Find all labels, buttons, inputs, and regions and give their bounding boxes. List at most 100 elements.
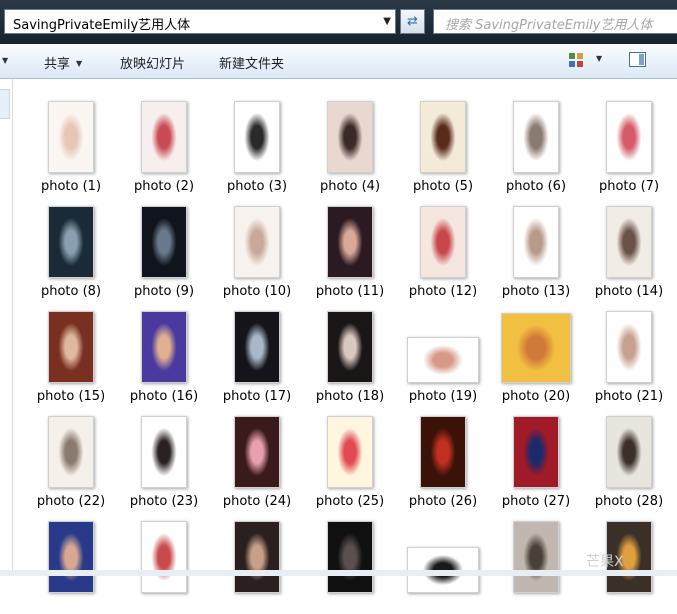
file-item[interactable] <box>119 509 209 614</box>
file-item[interactable]: photo (26) <box>398 404 488 509</box>
chevron-down-icon[interactable]: ▼ <box>2 56 8 65</box>
photo-thumbnail <box>501 313 571 383</box>
photo-thumbnail <box>141 311 187 383</box>
file-item[interactable]: photo (4) <box>305 89 395 194</box>
file-name: photo (1) <box>40 179 102 194</box>
photo-thumbnail <box>606 206 652 278</box>
search-placeholder: 搜索 SavingPrivateEmily艺用人体 <box>445 18 653 33</box>
change-view-icon[interactable] <box>568 52 584 68</box>
file-item[interactable]: photo (13) <box>491 194 581 299</box>
new-folder-button[interactable]: 新建文件夹 <box>219 53 284 72</box>
chevron-down-icon[interactable]: ▼ <box>383 16 391 27</box>
file-item[interactable]: photo (10) <box>212 194 302 299</box>
photo-thumbnail <box>141 101 187 173</box>
photo-thumbnail <box>513 416 559 488</box>
file-item[interactable]: photo (7) <box>584 89 674 194</box>
file-name: photo (13) <box>501 284 571 299</box>
photo-thumbnail <box>327 416 373 488</box>
photo-thumbnail <box>420 416 466 488</box>
file-item[interactable]: photo (15) <box>26 299 116 404</box>
file-item[interactable]: photo (1) <box>26 89 116 194</box>
photo-thumbnail <box>48 311 94 383</box>
address-bar-area: SavingPrivateEmily艺用人体 ▼ ⇄ 搜索 SavingPriv… <box>0 0 677 44</box>
file-item[interactable] <box>491 509 581 614</box>
file-name: photo (16) <box>129 389 199 404</box>
search-input[interactable]: 搜索 SavingPrivateEmily艺用人体 <box>433 9 677 34</box>
file-item[interactable]: photo (24) <box>212 404 302 509</box>
photo-thumbnail <box>234 521 280 593</box>
file-name: photo (3) <box>226 179 288 194</box>
photo-thumbnail <box>606 416 652 488</box>
file-name: photo (20) <box>501 389 571 404</box>
watermark: 芒果X <box>586 554 624 570</box>
file-item[interactable]: photo (28) <box>584 404 674 509</box>
file-name: photo (9) <box>133 284 195 299</box>
file-name: photo (6) <box>505 179 567 194</box>
file-name: photo (14) <box>594 284 664 299</box>
photo-thumbnail <box>420 206 466 278</box>
file-item[interactable]: photo (21) <box>584 299 674 404</box>
photo-thumbnail <box>234 416 280 488</box>
file-name: photo (11) <box>315 284 385 299</box>
file-item[interactable]: photo (17) <box>212 299 302 404</box>
photo-thumbnail <box>48 416 94 488</box>
file-item[interactable] <box>398 509 488 614</box>
file-name: photo (7) <box>598 179 660 194</box>
photo-thumbnail <box>327 521 373 593</box>
file-name: photo (26) <box>408 494 478 509</box>
photo-thumbnail <box>141 521 187 593</box>
file-name: photo (22) <box>36 494 106 509</box>
file-item[interactable]: photo (16) <box>119 299 209 404</box>
file-name: photo (27) <box>501 494 571 509</box>
photo-thumbnail <box>420 101 466 173</box>
file-item[interactable]: photo (6) <box>491 89 581 194</box>
photo-thumbnail <box>141 416 187 488</box>
file-item[interactable]: photo (20) <box>491 299 581 404</box>
file-name: photo (15) <box>36 389 106 404</box>
file-item[interactable]: photo (5) <box>398 89 488 194</box>
file-item[interactable]: photo (3) <box>212 89 302 194</box>
photo-thumbnail <box>513 101 559 173</box>
file-grid: photo (1) photo (2) photo (3) photo (4) phot… <box>0 79 677 593</box>
file-item[interactable]: photo (11) <box>305 194 395 299</box>
file-name: photo (5) <box>412 179 474 194</box>
status-bar <box>0 570 677 576</box>
file-item[interactable] <box>305 509 395 614</box>
file-item[interactable]: photo (25) <box>305 404 395 509</box>
file-item[interactable]: photo (23) <box>119 404 209 509</box>
address-path: SavingPrivateEmily艺用人体 <box>13 18 191 33</box>
file-name: photo (4) <box>319 179 381 194</box>
chevron-down-icon: ▼ <box>76 59 83 68</box>
photo-thumbnail <box>327 311 373 383</box>
chevron-down-icon[interactable]: ▼ <box>596 54 602 63</box>
address-input[interactable]: SavingPrivateEmily艺用人体 ▼ <box>4 9 396 34</box>
file-name: photo (17) <box>222 389 292 404</box>
file-item[interactable]: photo (22) <box>26 404 116 509</box>
file-name: photo (10) <box>222 284 292 299</box>
file-item[interactable]: photo (2) <box>119 89 209 194</box>
file-item[interactable] <box>26 509 116 614</box>
file-item[interactable] <box>212 509 302 614</box>
photo-thumbnail <box>48 206 94 278</box>
file-item[interactable]: photo (18) <box>305 299 395 404</box>
photo-thumbnail <box>327 101 373 173</box>
share-button[interactable]: 共享 ▼ <box>44 53 82 72</box>
file-name: photo (19) <box>408 389 478 404</box>
file-item[interactable]: photo (27) <box>491 404 581 509</box>
file-name: photo (12) <box>408 284 478 299</box>
photo-thumbnail <box>513 521 559 593</box>
file-item[interactable]: photo (14) <box>584 194 674 299</box>
refresh-icon[interactable]: ⇄ <box>400 9 425 34</box>
photo-thumbnail <box>234 311 280 383</box>
photo-thumbnail <box>234 206 280 278</box>
file-item[interactable]: photo (8) <box>26 194 116 299</box>
share-label: 共享 <box>44 57 71 72</box>
file-name: photo (18) <box>315 389 385 404</box>
file-item[interactable]: photo (12) <box>398 194 488 299</box>
photo-thumbnail <box>141 206 187 278</box>
photo-thumbnail <box>606 101 652 173</box>
file-item[interactable]: photo (9) <box>119 194 209 299</box>
preview-pane-icon[interactable] <box>629 52 646 67</box>
file-item[interactable]: photo (19) <box>398 299 488 404</box>
slideshow-button[interactable]: 放映幻灯片 <box>120 53 185 72</box>
